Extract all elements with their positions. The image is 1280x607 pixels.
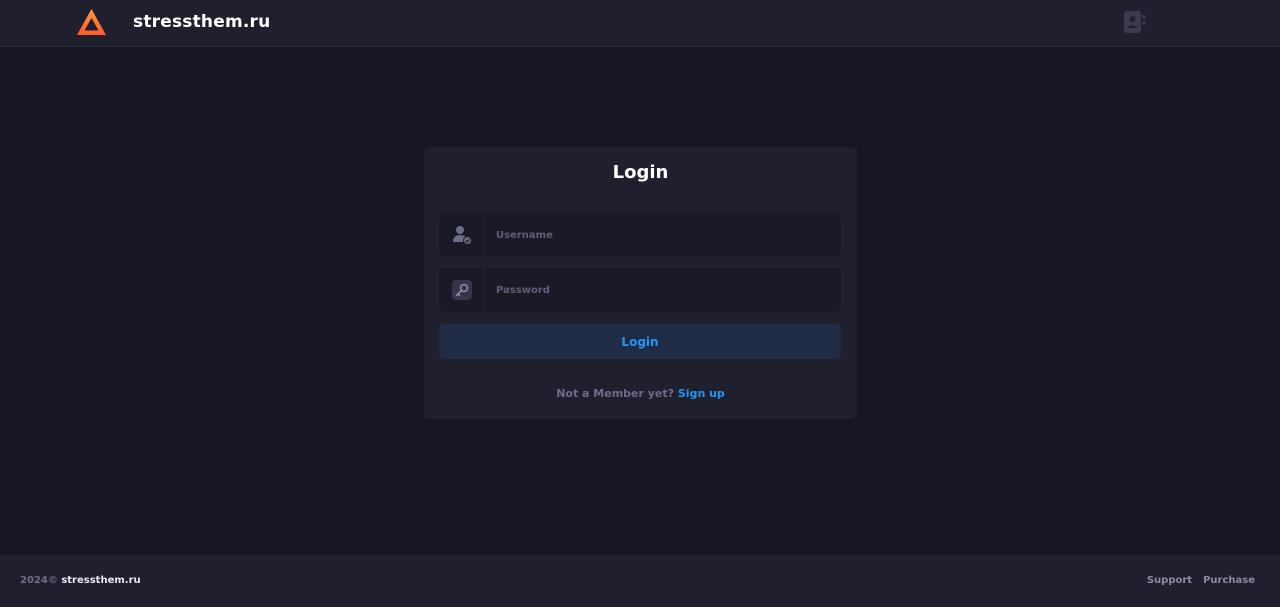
key-icon xyxy=(439,268,485,312)
page-footer: 2024© stressthem.ru Support Purchase xyxy=(0,555,1280,607)
signup-link[interactable]: Sign up xyxy=(678,387,725,400)
copyright: 2024© stressthem.ru xyxy=(20,575,141,586)
login-card: Login Login Not a Member yet? Sign up xyxy=(424,147,857,419)
copyright-year: 2024© xyxy=(20,575,58,586)
login-button[interactable]: Login xyxy=(439,324,841,359)
support-link[interactable]: Support xyxy=(1147,575,1192,586)
user-card-icon[interactable] xyxy=(1123,10,1147,34)
footer-brand-link[interactable]: stressthem.ru xyxy=(61,575,140,586)
top-nav: stressthem.ru xyxy=(0,0,1280,47)
username-input[interactable] xyxy=(485,213,841,257)
password-field xyxy=(439,268,841,312)
password-input[interactable] xyxy=(485,268,841,312)
signup-prompt-text: Not a Member yet? xyxy=(556,387,675,400)
login-title: Login xyxy=(612,162,669,183)
triangle-logo-icon[interactable] xyxy=(76,8,107,36)
user-check-icon xyxy=(439,213,485,257)
username-field xyxy=(439,213,841,257)
signup-prompt: Not a Member yet? Sign up xyxy=(424,387,857,400)
brand-name[interactable]: stressthem.ru xyxy=(133,12,270,32)
footer-links: Support Purchase xyxy=(1147,575,1255,586)
purchase-link[interactable]: Purchase xyxy=(1203,575,1255,586)
